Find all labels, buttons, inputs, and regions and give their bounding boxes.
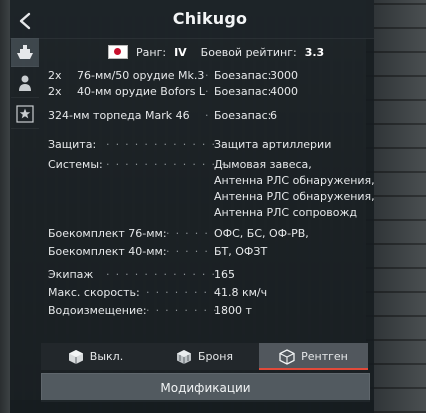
back-button[interactable] [14,10,36,32]
speed-label: Макс. скорость: [48,286,140,299]
star-icon [16,105,34,123]
tab-xray-label: Рентген [301,350,348,363]
dot-leader: · [205,69,210,82]
weapon-name: 76-мм/50 орудие Mk.3 [77,69,205,82]
systems-value: Антенна РЛС обнаружения, [214,190,375,203]
ship-icon [17,45,33,59]
background-ship-structure [366,0,426,413]
displacement-label: Водоизмещение: [48,304,147,317]
ammo-label: Боезапас: [214,69,272,82]
rank-label: Ранг: [136,45,167,59]
rank-row: Ранг: IV Боевой рейтинг: 3.3 [108,45,324,59]
ammo-76-label: Боекомплект 76-мм: [48,227,167,240]
weapon-name: 324-мм торпеда Mark 46 [48,109,190,122]
view-mode-tabs: Выкл. Броня Рентген [41,343,368,370]
systems-value: Антенна РЛС сопровождения [214,206,357,219]
displacement-value: 1800 т [214,304,252,317]
tab-armor[interactable]: Броня [150,343,259,370]
dot-leader: · · · · · [166,245,210,258]
battle-rating-label: Боевой рейтинг: [200,45,297,59]
ammo-40-label: Боекомплект 40-мм: [48,245,167,258]
systems-value: Дымовая завеса, [214,158,312,171]
modifications-button[interactable]: Модификации [41,373,370,402]
japan-flag-icon [108,45,128,59]
crew-icon [19,75,31,91]
tab-armor-label: Броня [197,350,234,363]
tab-ship[interactable] [11,38,39,67]
weapon-count: 2x [48,85,62,98]
cube-icon [68,349,83,364]
protection-label: Защита: [48,138,97,151]
weapon-name: 40-мм орудие Bofors L [77,85,206,98]
armor-cube-icon [176,349,191,364]
battle-rating-value: 3.3 [304,45,325,59]
ammo-label: Боезапас: [214,109,272,122]
tab-xray[interactable]: Рентген [259,343,368,370]
ammo-value: 6 [270,109,277,122]
ammo-value: 3000 [270,69,298,82]
tab-crew[interactable] [11,69,39,98]
ammo-40-value: БТ, ОФЗТ [214,245,268,258]
ammo-76-value: ОФС, БС, ОФ-РВ, [214,227,309,240]
crew-label: Экипаж [48,268,94,281]
tab-view-off[interactable]: Выкл. [41,343,150,370]
tab-view-off-label: Выкл. [89,350,124,363]
ammo-label: Боезапас: [214,85,272,98]
dot-leader: · [205,85,210,98]
ammo-value: 4000 [270,85,298,98]
protection-value: Защита артиллерии [214,138,332,151]
background-edge-left [0,0,10,413]
side-tabs [11,38,39,129]
crew-value: 165 [214,268,235,281]
dot-leader: · · · · · [166,227,210,240]
panel-footer [10,400,374,413]
rank-value: IV [174,45,187,59]
systems-value: Антенна РЛС обнаружения, [214,174,375,187]
chevron-left-icon [19,12,31,30]
systems-label: Системы: [48,158,103,171]
vehicle-title: Chikugo [172,9,248,28]
weapon-count: 2x [48,69,62,82]
speed-value: 41.8 км/ч [214,286,268,299]
tab-favorites[interactable] [11,100,39,129]
dot-leader: · [205,109,210,122]
xray-cube-icon [279,348,295,365]
